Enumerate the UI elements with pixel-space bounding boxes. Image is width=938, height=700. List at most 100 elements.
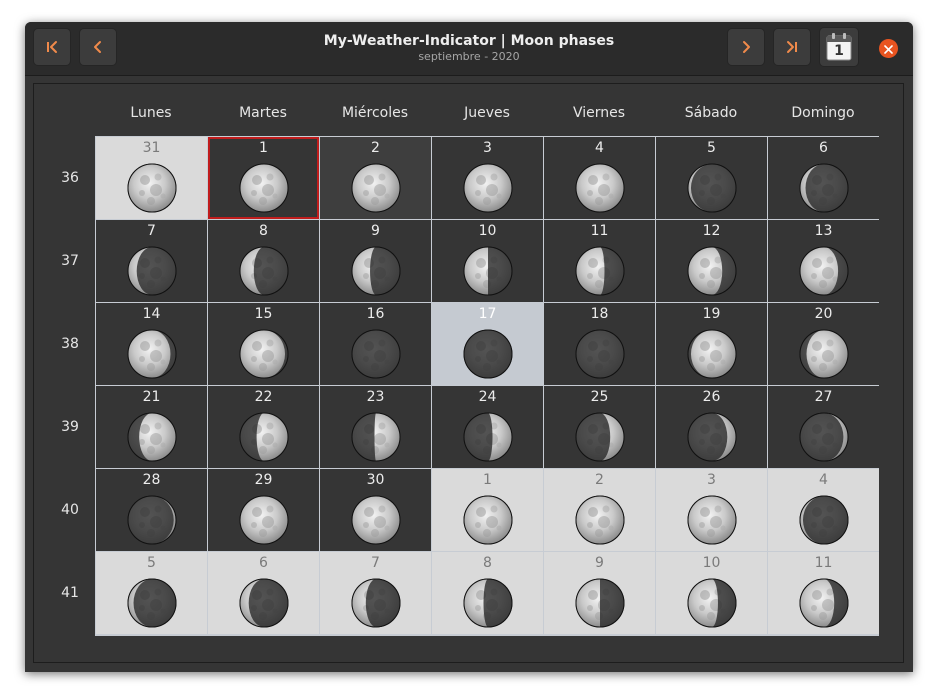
day-number: 9 [595,555,604,571]
day-cell[interactable]: 15 [208,303,319,385]
day-cell[interactable]: 9 [320,220,431,302]
moon-phase-icon [239,246,289,296]
day-number: 20 [814,306,833,322]
day-cell[interactable]: 8 [432,552,543,634]
day-number: 19 [702,306,721,322]
day-cell[interactable]: 28 [96,469,207,551]
day-cell-today[interactable]: 17 [432,303,543,385]
day-number: 10 [702,555,721,571]
moon-phase-icon [351,412,401,462]
day-number: 23 [366,389,385,405]
day-cell[interactable]: 5 [96,552,207,634]
day-cell[interactable]: 11 [544,220,655,302]
day-cell[interactable]: 6 [208,552,319,634]
week-number: 38 [61,336,79,352]
day-cell[interactable]: 3 [656,469,767,551]
day-cell[interactable]: 10 [432,220,543,302]
day-cell[interactable]: 2 [320,137,431,219]
moon-phase-icon [687,495,737,545]
moon-phase-icon [575,246,625,296]
day-cell[interactable]: 20 [768,303,879,385]
day-cell[interactable]: 31 [96,137,207,219]
day-number: 6 [819,140,828,156]
day-number: 2 [371,140,380,156]
moon-phase-icon [575,163,625,213]
today-button[interactable]: 1 [819,27,859,67]
day-cell[interactable]: 30 [320,469,431,551]
moon-phase-icon [687,246,737,296]
day-cell[interactable]: 7 [96,220,207,302]
day-cell[interactable]: 3 [432,137,543,219]
day-number: 22 [254,389,273,405]
day-cell[interactable]: 1 [432,469,543,551]
moon-phase-icon [127,163,177,213]
day-cell[interactable]: 4 [544,137,655,219]
first-month-button[interactable] [33,28,71,66]
day-cell[interactable]: 26 [656,386,767,468]
calendar-icon-day: 1 [834,43,844,59]
day-number: 4 [819,472,828,488]
moon-phase-icon [351,329,401,379]
day-name-header: Lunes [130,105,172,121]
day-cell[interactable]: 24 [432,386,543,468]
day-name-header: Domingo [791,105,855,121]
day-cell[interactable]: 10 [656,552,767,634]
moon-phase-icon [351,578,401,628]
moon-phase-icon [463,329,513,379]
day-cell[interactable]: 27 [768,386,879,468]
day-cell[interactable]: 11 [768,552,879,634]
calendar-grid: 31 1 2 3 4 5 6 7 8 9 10 11 12 13 14 15 1… [95,136,879,636]
day-cell[interactable]: 6 [768,137,879,219]
day-number: 11 [814,555,833,571]
day-number: 2 [595,472,604,488]
day-cell[interactable]: 14 [96,303,207,385]
day-number: 16 [366,306,385,322]
week-number: 40 [61,502,79,518]
day-cell[interactable]: 2 [544,469,655,551]
day-cell[interactable]: 4 [768,469,879,551]
moon-phase-icon [687,412,737,462]
day-cell-selected[interactable]: 1 [208,137,319,219]
day-cell[interactable]: 7 [320,552,431,634]
last-month-button[interactable] [773,28,811,66]
day-cell[interactable]: 22 [208,386,319,468]
day-cell[interactable]: 29 [208,469,319,551]
moon-phase-icon [351,495,401,545]
day-cell[interactable]: 23 [320,386,431,468]
day-number: 7 [147,223,156,239]
moon-phase-icon [575,329,625,379]
day-number: 10 [478,223,497,239]
chevron-left-icon [90,39,106,55]
day-cell[interactable]: 21 [96,386,207,468]
moon-phase-icon [463,578,513,628]
day-number: 15 [254,306,273,322]
day-cell[interactable]: 19 [656,303,767,385]
moon-phase-icon [799,578,849,628]
day-cell[interactable]: 25 [544,386,655,468]
day-number: 4 [595,140,604,156]
moon-phase-icon [239,163,289,213]
day-number: 18 [590,306,609,322]
previous-month-button[interactable] [79,28,117,66]
close-button[interactable] [879,39,898,58]
day-number: 29 [254,472,273,488]
day-number: 28 [142,472,161,488]
day-cell[interactable]: 5 [656,137,767,219]
moon-phase-icon [127,412,177,462]
day-cell[interactable]: 13 [768,220,879,302]
moon-phase-icon [687,163,737,213]
day-number: 8 [259,223,268,239]
day-cell[interactable]: 16 [320,303,431,385]
moon-phase-icon [687,578,737,628]
moon-phase-icon [127,246,177,296]
day-cell[interactable]: 9 [544,552,655,634]
next-month-button[interactable] [727,28,765,66]
day-cell[interactable]: 18 [544,303,655,385]
moon-phase-icon [463,495,513,545]
window-subtitle: septiembre - 2020 [418,50,520,63]
moon-phase-icon [463,246,513,296]
day-cell[interactable]: 12 [656,220,767,302]
day-cell[interactable]: 8 [208,220,319,302]
calendar-view: Lunes Martes Miércoles Jueves Viernes Sábado D… [33,83,904,663]
moon-phase-icon [351,163,401,213]
